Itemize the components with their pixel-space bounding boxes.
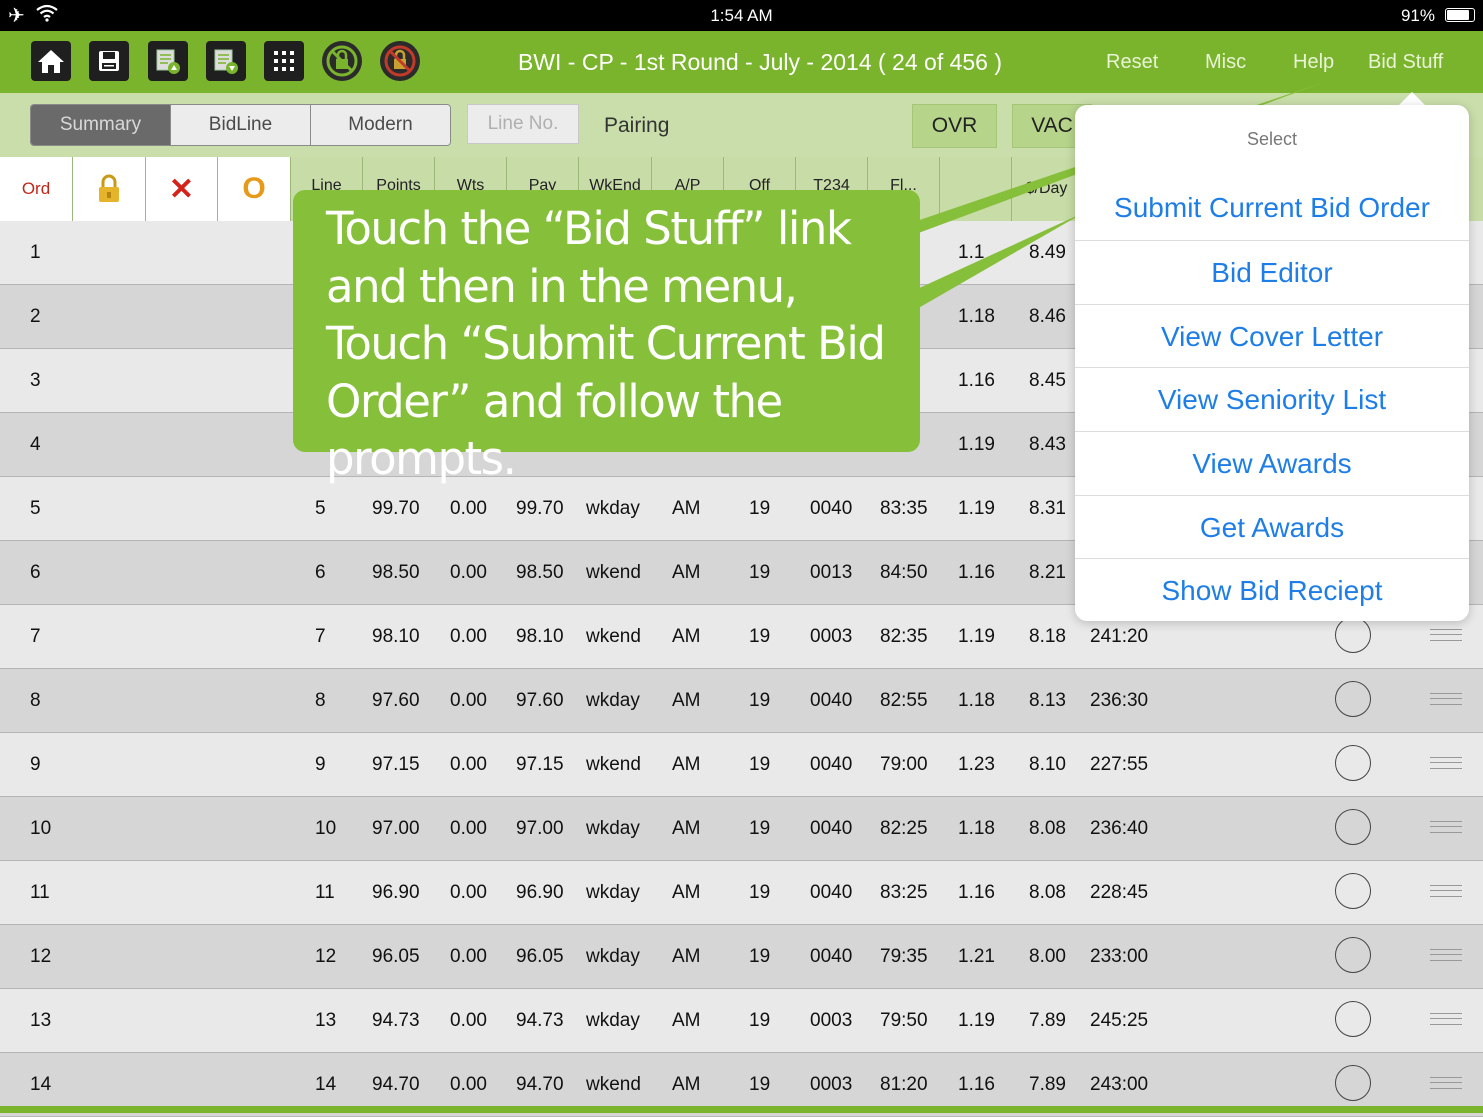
bid-stuff-popover: Select Submit Current Bid Order Bid Edit… — [1075, 105, 1469, 621]
view-seniority-list-item[interactable]: View Seniority List — [1075, 367, 1469, 431]
show-bid-receipt-item[interactable]: Show Bid Reciept — [1075, 558, 1469, 622]
bid-editor-item[interactable]: Bid Editor — [1075, 240, 1469, 304]
callout-pointer-submit — [915, 212, 1085, 310]
view-awards-item[interactable]: View Awards — [1075, 431, 1469, 495]
view-cover-letter-item[interactable]: View Cover Letter — [1075, 304, 1469, 368]
submit-current-bid-order-item[interactable]: Submit Current Bid Order — [1075, 176, 1469, 239]
instruction-callout: Touch the “Bid Stuff” link and then in t… — [293, 190, 920, 485]
popover-title: Select — [1246, 129, 1298, 149]
callout-text: Touch the “Bid Stuff” link and then in t… — [326, 202, 886, 485]
get-awards-item[interactable]: Get Awards — [1075, 495, 1469, 559]
popover-arrow — [1398, 92, 1426, 106]
